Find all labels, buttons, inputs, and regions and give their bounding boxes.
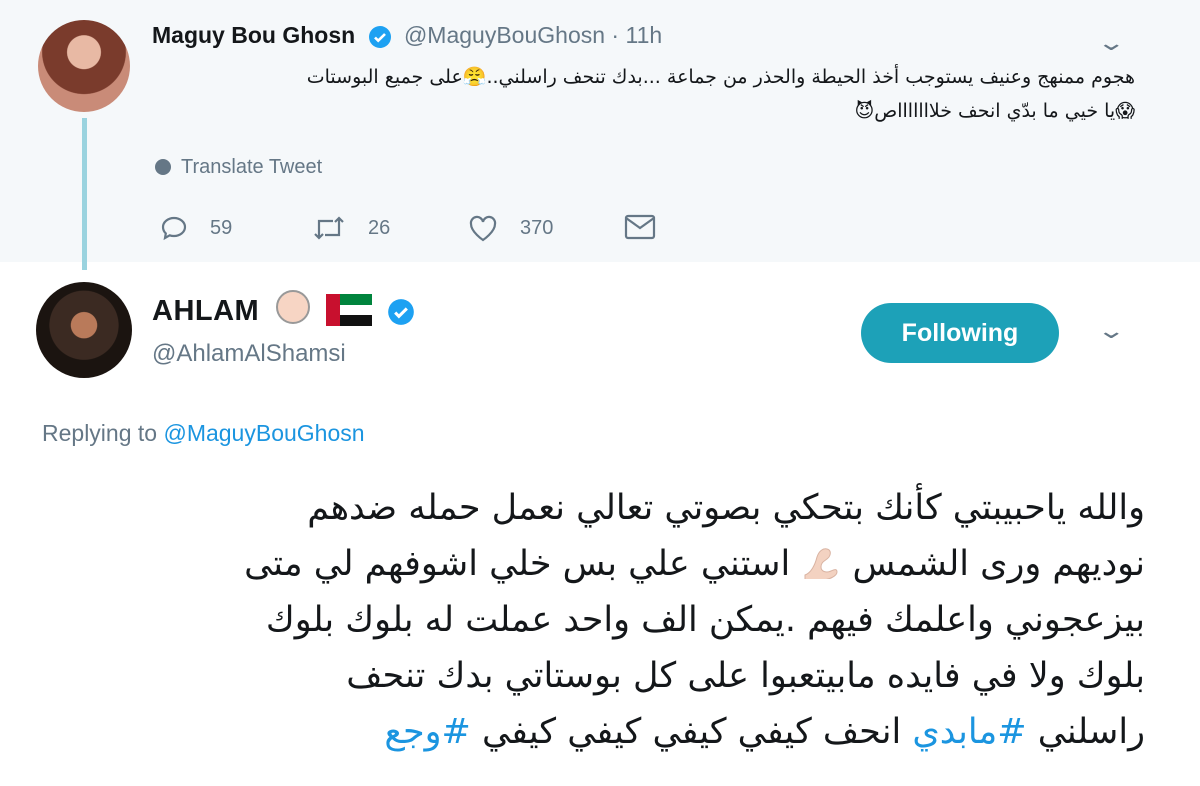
globe-icon	[155, 159, 171, 175]
parent-tweet-header: Maguy Bou Ghosn @MaguyBouGhosn · 11h	[152, 22, 662, 49]
tweet-text: هجوم ممنهج وعنيف يستوجب أخذ الحيطة والحذ…	[160, 60, 1135, 128]
message-icon	[624, 214, 656, 240]
replying-to: Replying to @MaguyBouGhosn	[42, 420, 365, 447]
following-button[interactable]: Following	[861, 303, 1059, 363]
replying-prefix: Replying to	[42, 420, 158, 446]
tweet-text-segment: استني علي بس خلي اشوفهم لي متى	[244, 544, 791, 584]
tweet-actions: 59 26 370	[160, 214, 680, 248]
parent-tweet[interactable]: Maguy Bou Ghosn @MaguyBouGhosn · 11h ⌄ ه…	[0, 0, 1200, 270]
translate-tweet-link[interactable]: Translate Tweet	[155, 156, 322, 179]
uae-flag-icon	[326, 294, 373, 326]
tweet-text-line: راسلني #مابدي انحف كيفي كيفي كيفي كيفي #…	[40, 704, 1145, 760]
retweet-count: 26	[368, 216, 391, 239]
mention-link[interactable]: @MaguyBouGhosn	[163, 420, 364, 446]
hashtag-link[interactable]: #وجع	[384, 712, 471, 752]
tweet-text-segment: راسلني	[1037, 712, 1145, 752]
verified-badge-icon	[368, 25, 391, 48]
tweet-text-line: 😱يا خيي ما بدّي انحف خلاااااااص😈	[854, 100, 1135, 122]
chevron-down-icon[interactable]: ⌄	[1096, 318, 1126, 344]
like-count: 370	[520, 216, 554, 239]
avatar[interactable]	[38, 20, 130, 112]
user-handle[interactable]: @AhlamAlShamsi	[152, 340, 346, 368]
tweet-text-segment: انحف كيفي كيفي كيفي كيفي	[481, 712, 902, 752]
verified-badge-icon	[388, 299, 414, 326]
reply-button[interactable]: 59	[160, 214, 232, 242]
tweet-text-line: والله ياحبيبتي كأنك بتحكي بصوتي تعالي نع…	[307, 488, 1145, 528]
retweet-icon	[314, 216, 344, 240]
retweet-button[interactable]: 26	[312, 214, 390, 242]
separator-dot: ·	[611, 22, 620, 48]
avatar[interactable]	[36, 282, 132, 378]
tweet-text: والله ياحبيبتي كأنك بتحكي بصوتي تعالي نع…	[40, 480, 1145, 760]
tweet-text-line: بيزعجوني واعلمك فيهم .يمكن الف واحد عملت…	[265, 600, 1145, 640]
direct-message-button[interactable]	[624, 214, 678, 240]
reply-count: 59	[210, 216, 233, 239]
tweet-text-line: نوديهم ورى الشمس استني علي بس خلي اشوفهم…	[40, 536, 1145, 592]
woman-emoji-icon	[275, 290, 310, 324]
author-name-row: AHLAM	[152, 290, 421, 328]
display-name[interactable]: Maguy Bou Ghosn	[152, 22, 355, 48]
user-handle[interactable]: @MaguyBouGhosn	[404, 22, 605, 48]
tweet-text-line: هجوم ممنهج وعنيف يستوجب أخذ الحيطة والحذ…	[306, 66, 1135, 88]
tweet-text-segment: نوديهم ورى الشمس	[852, 544, 1146, 584]
display-name[interactable]: AHLAM	[152, 295, 259, 327]
flexed-arm-emoji-icon	[804, 548, 838, 579]
tweet-text-line: بلوك ولا في فايده مابيتعبوا على كل بوستا…	[346, 656, 1145, 696]
thread-connector-line	[82, 118, 87, 270]
like-button[interactable]: 370	[468, 214, 553, 242]
like-icon	[469, 215, 497, 242]
reply-icon	[161, 216, 187, 241]
translate-label: Translate Tweet	[181, 156, 323, 178]
tweet-time[interactable]: 11h	[625, 22, 662, 48]
hashtag-link[interactable]: #مابدي	[912, 712, 1026, 752]
chevron-down-icon[interactable]: ⌄	[1096, 30, 1126, 56]
